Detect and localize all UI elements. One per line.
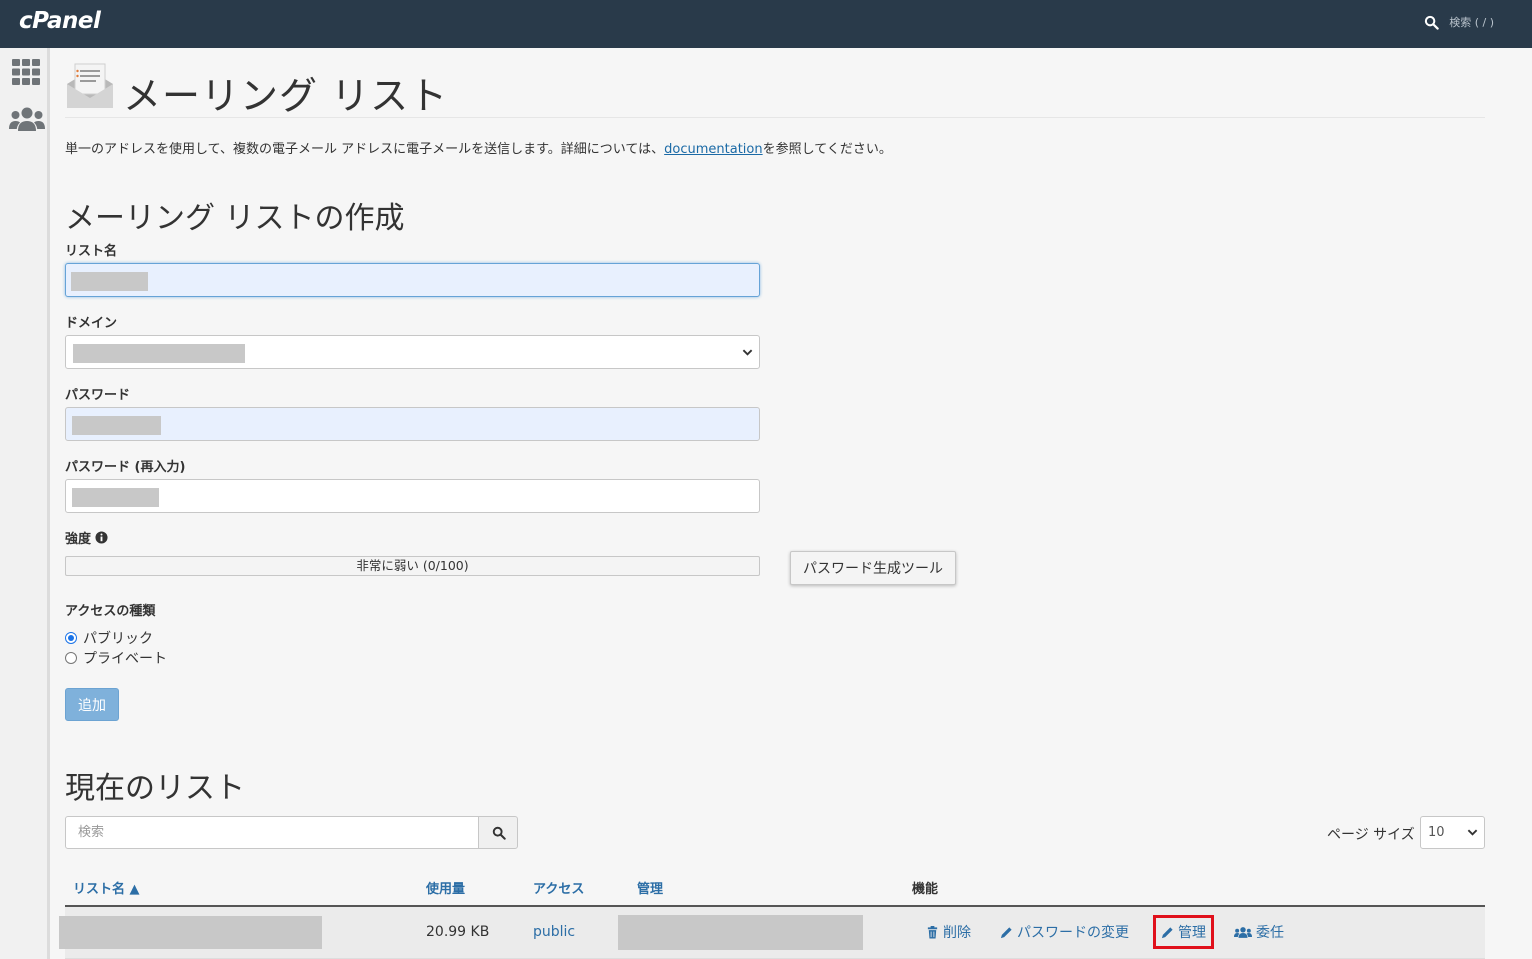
private-radio-label: プライベート — [83, 651, 167, 667]
create-section-title: メーリング リストの作成 — [65, 201, 405, 236]
list-search-input[interactable]: 検索 — [65, 816, 479, 849]
column-header-access[interactable]: アクセス — [533, 878, 584, 897]
delegate-label: 委任 — [1256, 925, 1284, 941]
chevron-down-icon — [1467, 829, 1478, 836]
password-generator-button[interactable]: パスワード生成ツール — [790, 551, 956, 585]
manage-label: 管理 — [1178, 925, 1206, 941]
list-name-label: リスト名 — [65, 244, 118, 259]
redacted-value — [72, 488, 159, 507]
redacted-value — [72, 416, 161, 435]
column-header-functions: 機能 — [912, 882, 939, 897]
users-icon — [1234, 926, 1252, 938]
access-type-label: アクセスの種類 — [65, 604, 156, 619]
redacted-value — [71, 272, 148, 291]
page-description: 単一のアドレスを使用して、複数の電子メール アドレスに電子メールを送信します。詳… — [65, 138, 892, 157]
column-header-usage[interactable]: 使用量 — [426, 878, 465, 897]
add-button[interactable]: 追加 — [65, 688, 119, 721]
redacted-list-name — [59, 916, 322, 949]
delete-action[interactable]: 削除 — [926, 921, 971, 943]
domain-select[interactable] — [65, 335, 760, 369]
global-search[interactable]: 検索 ( / ) — [1424, 14, 1494, 30]
intro-text-end: を参照してください。 — [762, 142, 892, 157]
strength-text: 非常に弱い (0/100) — [356, 558, 469, 573]
manage-action[interactable]: 管理 — [1153, 915, 1214, 949]
password-strength-meter: 非常に弱い (0/100) — [65, 556, 760, 576]
chevron-down-icon — [742, 349, 753, 356]
strength-label: 強度 — [65, 532, 92, 547]
column-header-admin[interactable]: 管理 — [637, 878, 663, 897]
domain-label: ドメイン — [65, 316, 118, 331]
page-title: メーリング リスト — [123, 74, 449, 118]
strength-label-row: 強度 — [65, 528, 108, 547]
page-size-value: 10 — [1428, 825, 1445, 840]
cpanel-logo[interactable]: cPanel — [19, 8, 101, 34]
page-size-label: ページ サイズ — [1327, 827, 1415, 843]
mailing-list-icon — [67, 63, 113, 108]
page-header: メーリング リスト — [65, 60, 1485, 118]
list-search-button[interactable] — [478, 816, 518, 849]
public-radio-label: パブリック — [83, 631, 153, 647]
redacted-value — [73, 344, 245, 363]
password-confirm-input[interactable] — [65, 479, 760, 513]
access-private-option[interactable]: プライベート — [65, 648, 167, 668]
global-search-placeholder: 検索 ( / ) — [1449, 16, 1494, 29]
grid-icon[interactable] — [11, 59, 41, 85]
page-size-select[interactable]: 10 — [1420, 816, 1485, 849]
pencil-icon — [1000, 926, 1012, 938]
password-confirm-label: パスワード (再入力) — [65, 460, 186, 475]
access-public-option[interactable]: パブリック — [65, 628, 153, 648]
password-input[interactable] — [65, 407, 760, 441]
trash-icon — [927, 925, 938, 939]
delegate-action[interactable]: 委任 — [1234, 921, 1284, 943]
intro-text: 単一のアドレスを使用して、複数の電子メール アドレスに電子メールを送信します。詳… — [65, 142, 665, 157]
info-icon[interactable] — [95, 531, 108, 544]
sidebar — [0, 48, 50, 959]
usage-cell: 20.99 KB — [426, 924, 490, 940]
password-label: パスワード — [65, 388, 131, 403]
current-lists-title: 現在のリスト — [65, 771, 245, 806]
access-cell: public — [533, 924, 576, 940]
public-radio[interactable] — [65, 632, 77, 644]
private-radio[interactable] — [65, 652, 77, 664]
search-icon — [1425, 15, 1439, 30]
documentation-link[interactable]: documentation — [664, 142, 762, 157]
search-icon — [492, 826, 506, 840]
change-password-action[interactable]: パスワードの変更 — [1000, 921, 1129, 943]
pencil-icon — [1161, 926, 1173, 938]
list-name-input[interactable] — [65, 263, 760, 297]
change-password-label: パスワードの変更 — [1017, 925, 1129, 941]
delete-label: 削除 — [943, 925, 971, 941]
users-icon[interactable] — [9, 106, 45, 134]
column-header-list-name[interactable]: リスト名 ▲ — [73, 878, 140, 897]
top-bar: cPanel 検索 ( / ) — [0, 0, 1532, 48]
redacted-admin — [618, 915, 863, 950]
table-row: 20.99 KB public 削除 パスワードの変更 管理 委任 — [59, 907, 1485, 959]
